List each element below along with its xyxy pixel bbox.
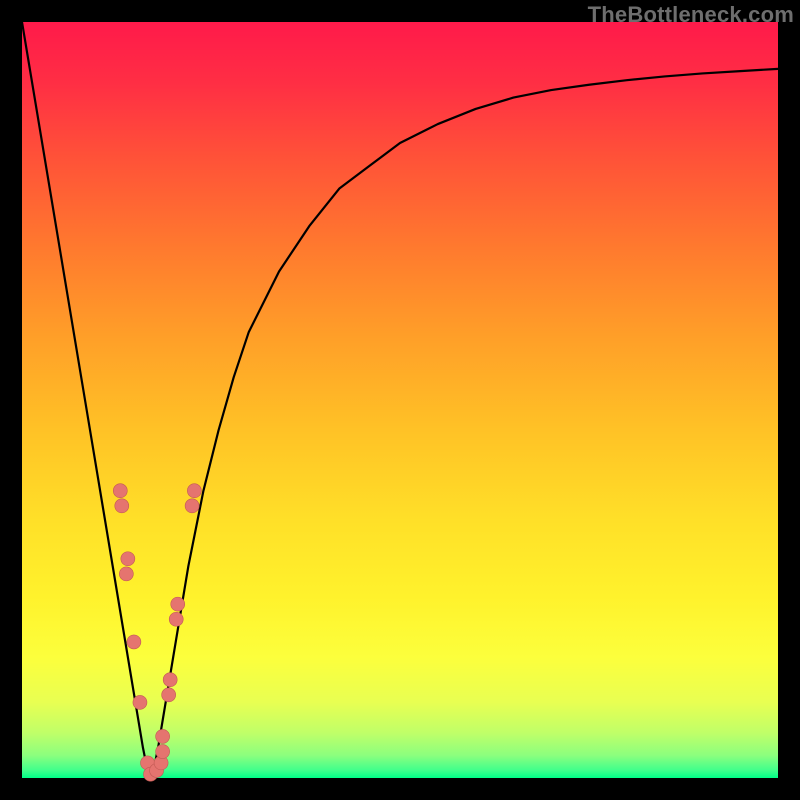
sample-dot bbox=[163, 673, 177, 687]
sample-dot bbox=[169, 612, 183, 626]
sample-dot bbox=[156, 745, 170, 759]
bottleneck-curve bbox=[22, 22, 778, 778]
sample-dot bbox=[162, 688, 176, 702]
sample-dot bbox=[121, 552, 135, 566]
chart-frame: TheBottleneck.com bbox=[0, 0, 800, 800]
sample-dot bbox=[187, 484, 201, 498]
sample-dot bbox=[185, 499, 199, 513]
sample-dot bbox=[119, 567, 133, 581]
sample-dot bbox=[115, 499, 129, 513]
sample-dot bbox=[156, 729, 170, 743]
sample-dot bbox=[127, 635, 141, 649]
plot-area bbox=[22, 22, 778, 778]
sample-dots-group bbox=[113, 484, 201, 781]
sample-dot bbox=[113, 484, 127, 498]
sample-dot bbox=[171, 597, 185, 611]
chart-svg bbox=[22, 22, 778, 778]
sample-dot bbox=[133, 695, 147, 709]
